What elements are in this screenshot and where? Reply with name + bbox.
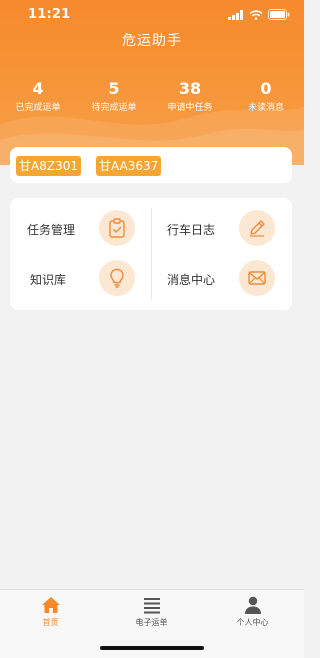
home-icon bbox=[42, 597, 60, 613]
menu-task-management[interactable]: 任务管理 bbox=[10, 204, 151, 254]
envelope-icon bbox=[239, 260, 275, 296]
tab-label: 电子运单 bbox=[135, 618, 168, 627]
list-icon bbox=[144, 598, 160, 614]
pencil-icon bbox=[239, 210, 275, 246]
stat-label: 待完成运单 bbox=[91, 103, 137, 113]
menu-label: 任务管理 bbox=[27, 223, 76, 237]
plate-badge[interactable]: 甘AA3637 bbox=[96, 156, 162, 176]
stat-unread[interactable]: 0 未读消息 bbox=[228, 80, 304, 114]
stat-label: 申请中任务 bbox=[167, 103, 213, 113]
signal-icon bbox=[228, 9, 243, 20]
lightbulb-icon bbox=[99, 260, 135, 296]
battery-icon bbox=[268, 9, 290, 20]
tab-label: 首页 bbox=[42, 618, 59, 627]
stat-applying[interactable]: 38 申请中任务 bbox=[152, 80, 228, 114]
menu-knowledge-base[interactable]: 知识库 bbox=[10, 254, 151, 304]
tab-home[interactable]: 首页 bbox=[0, 590, 101, 658]
home-indicator bbox=[100, 646, 204, 650]
vehicle-plates-card: 甘A8Z301 甘AA3637 bbox=[10, 147, 292, 183]
stat-value: 4 bbox=[32, 79, 44, 98]
stat-completed[interactable]: 4 已完成运单 bbox=[0, 80, 76, 114]
clipboard-icon bbox=[99, 210, 135, 246]
status-bar: 11:21 bbox=[0, 0, 304, 30]
tab-label: 个人中心 bbox=[236, 618, 269, 627]
status-time: 11:21 bbox=[28, 7, 71, 22]
stats-row: 4 已完成运单 5 待完成运单 38 申请中任务 0 未读消息 bbox=[0, 80, 304, 114]
page-title: 危运助手 bbox=[122, 33, 182, 49]
menu-driving-log[interactable]: 行车日志 bbox=[151, 204, 292, 254]
menu-label: 行车日志 bbox=[167, 223, 216, 237]
status-icons bbox=[228, 9, 290, 20]
stat-value: 5 bbox=[108, 79, 120, 98]
menu-label: 知识库 bbox=[30, 273, 67, 287]
tab-profile[interactable]: 个人中心 bbox=[202, 590, 303, 658]
stat-label: 未读消息 bbox=[247, 103, 284, 113]
stat-value: 0 bbox=[260, 79, 272, 98]
stat-label: 已完成运单 bbox=[15, 103, 61, 113]
menu-label: 消息中心 bbox=[167, 273, 216, 287]
menu-grid: 任务管理 行车日志 知识库 消息中心 bbox=[10, 198, 292, 310]
menu-message-center[interactable]: 消息中心 bbox=[151, 254, 292, 304]
header-banner: 11:21 危运助手 4 已完成运单 5 待完成运单 38 申请中任务 0 未读… bbox=[0, 0, 304, 165]
stat-value: 38 bbox=[178, 79, 202, 98]
stat-pending[interactable]: 5 待完成运单 bbox=[76, 80, 152, 114]
person-icon bbox=[245, 596, 261, 614]
plate-badge[interactable]: 甘A8Z301 bbox=[16, 156, 81, 176]
wifi-icon bbox=[249, 9, 263, 20]
